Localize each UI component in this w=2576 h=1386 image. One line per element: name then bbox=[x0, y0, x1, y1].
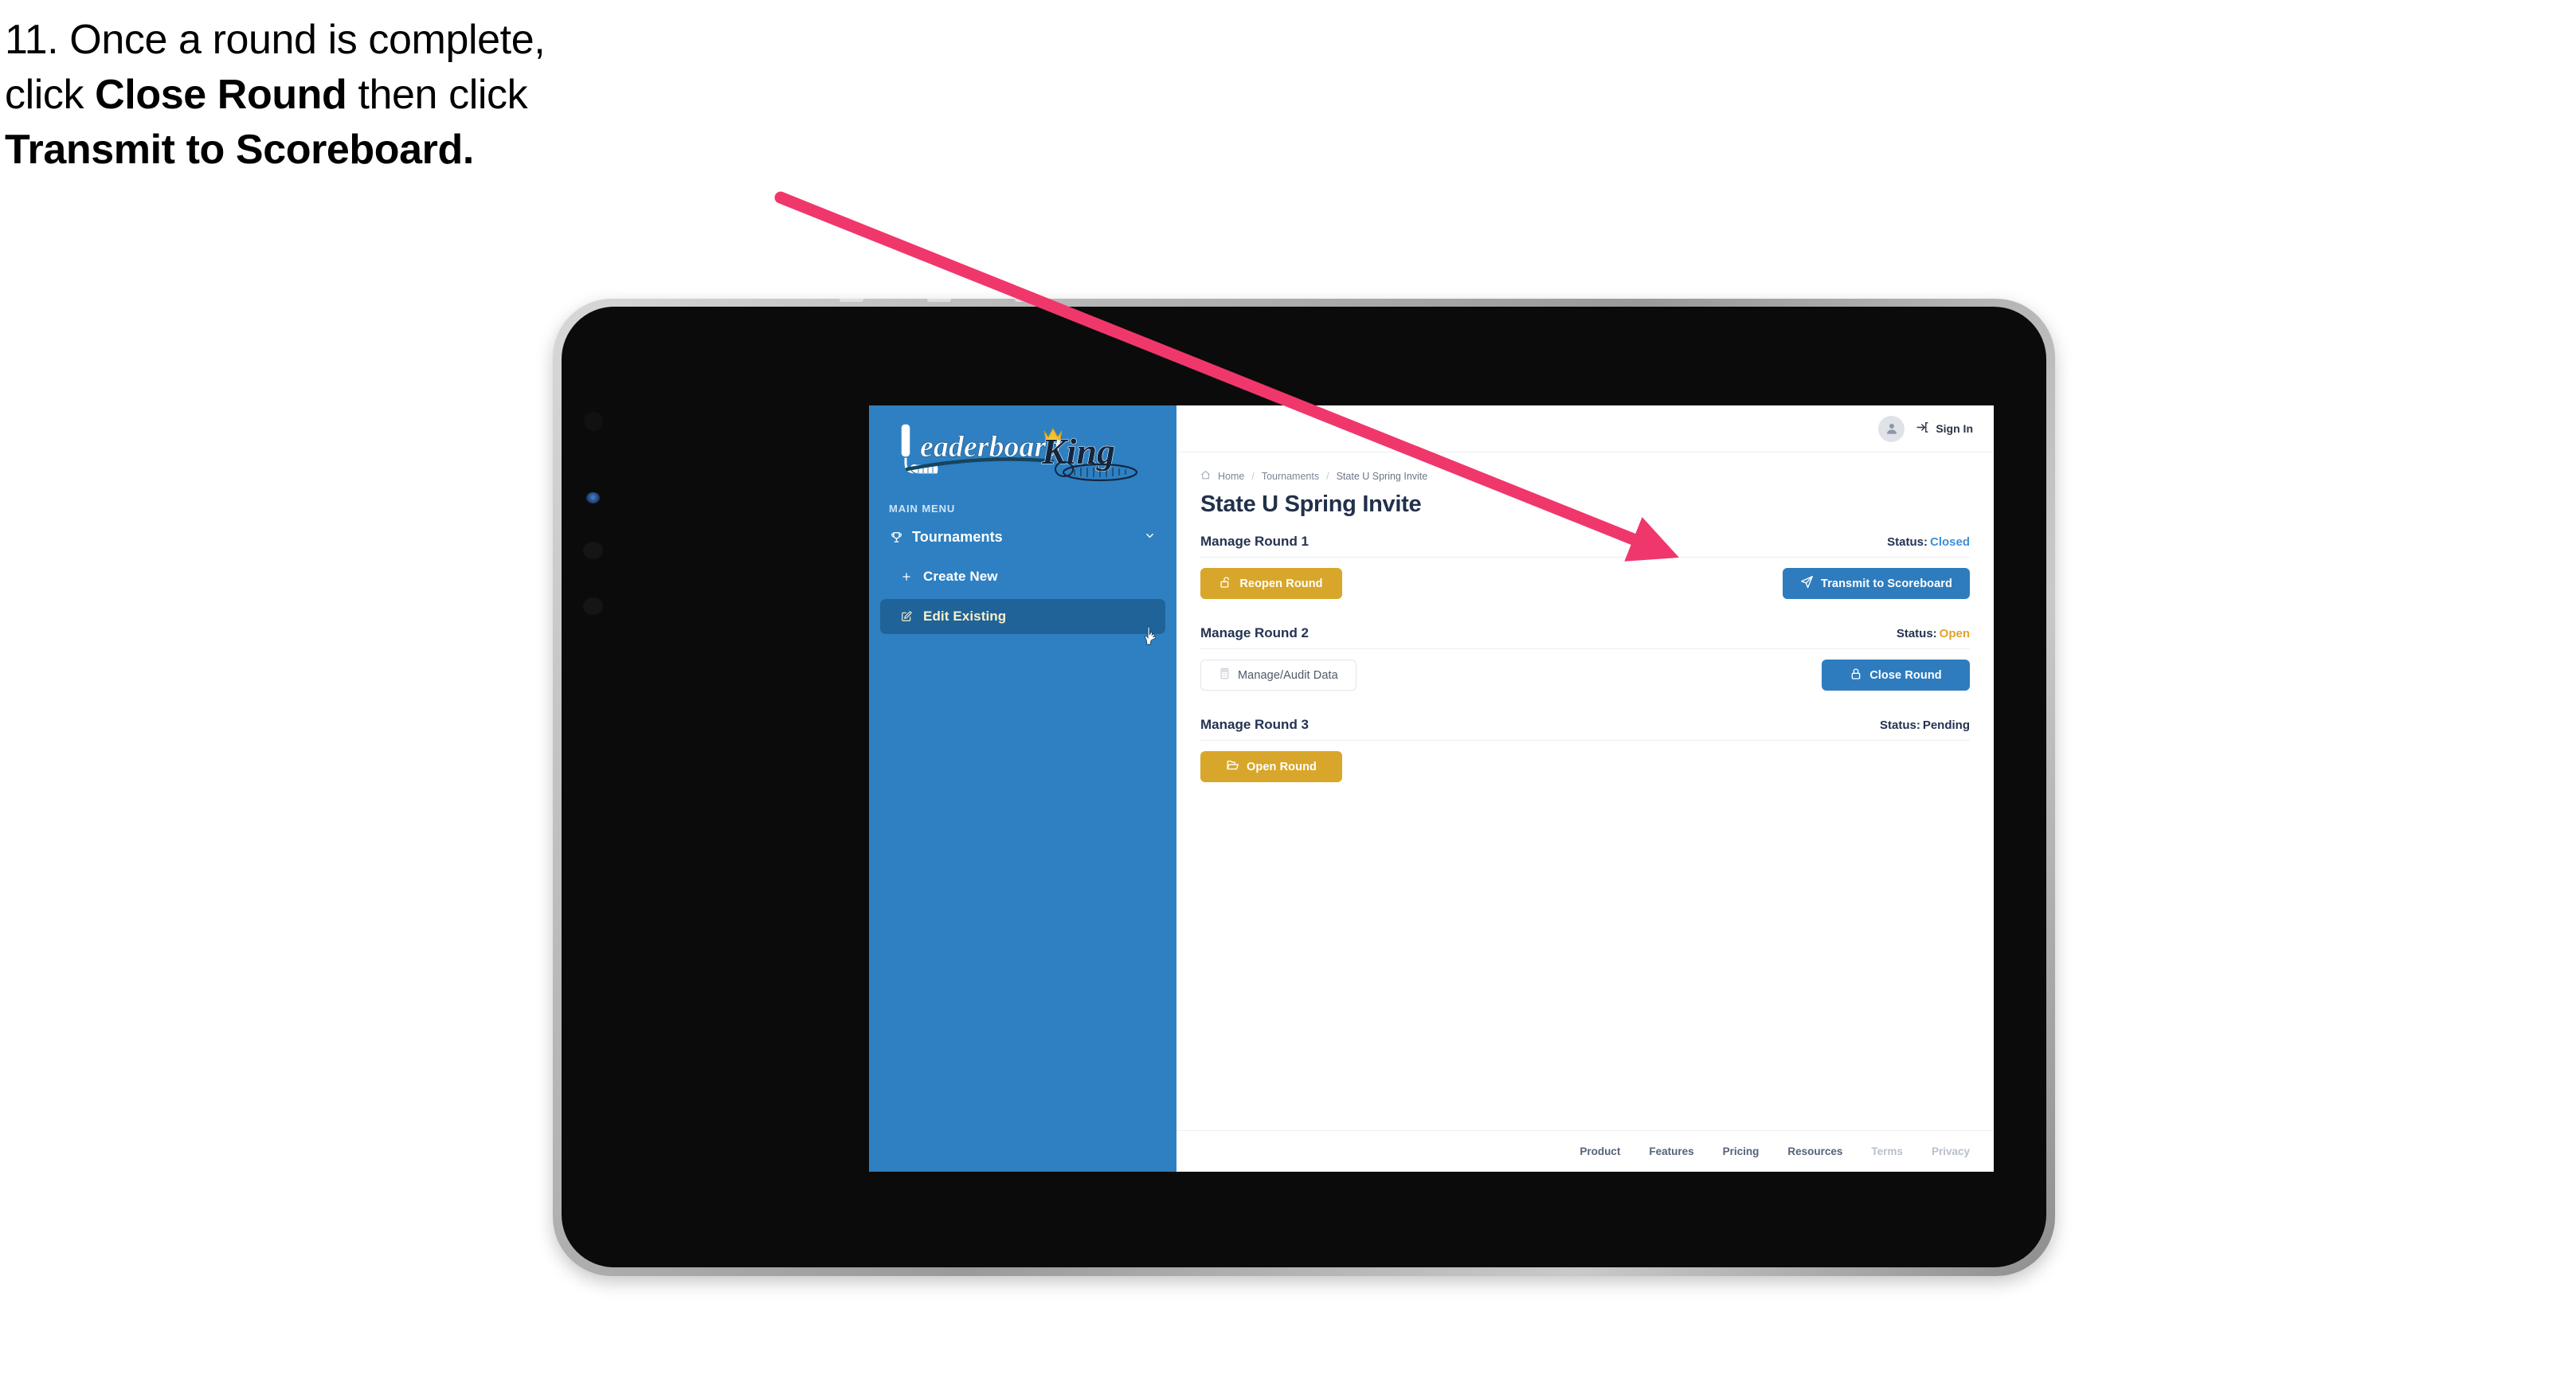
page-title: State U Spring Invite bbox=[1200, 491, 1422, 517]
footer-link-privacy[interactable]: Privacy bbox=[1932, 1145, 1970, 1157]
sidebar-section-label: MAIN MENU bbox=[889, 503, 956, 515]
tablet-indicator-led-icon bbox=[586, 492, 600, 503]
calculator-icon bbox=[1219, 668, 1231, 683]
caption-line-1: 11. Once a round is complete, bbox=[5, 13, 849, 68]
open-round-button[interactable]: Open Round bbox=[1200, 751, 1342, 782]
tablet-microphone-icon bbox=[583, 542, 603, 559]
caption-transmit-emphasis: Transmit to Scoreboard. bbox=[5, 127, 474, 174]
main-panel: Sign In Home / Tournaments / State U Spr… bbox=[1176, 405, 1994, 1172]
sidebar-item-create-new-label: Create New bbox=[923, 569, 998, 584]
unlock-icon bbox=[1219, 576, 1232, 592]
caption-close-round-emphasis: Close Round bbox=[95, 72, 347, 119]
round-2-status-label: Status: bbox=[1896, 627, 1937, 640]
round-block-2: Manage Round 2 Status: Open Manage/Audit… bbox=[1200, 625, 1970, 691]
round-1-header: Manage Round 1 Status: Closed bbox=[1200, 534, 1970, 558]
breadcrumb-item-current: State U Spring Invite bbox=[1336, 471, 1428, 482]
sidebar: eaderboard King MAIN MENU Tournaments Cr… bbox=[869, 405, 1176, 1172]
sign-in-label: Sign In bbox=[1936, 422, 1973, 435]
breadcrumb: Home / Tournaments / State U Spring Invi… bbox=[1200, 470, 1970, 483]
tablet-bezel: eaderboard King MAIN MENU Tournaments Cr… bbox=[562, 307, 2046, 1267]
round-1-status-label: Status: bbox=[1887, 535, 1928, 549]
lock-icon bbox=[1850, 668, 1862, 683]
close-round-button[interactable]: Close Round bbox=[1822, 660, 1970, 691]
round-2-header: Manage Round 2 Status: Open bbox=[1200, 625, 1970, 649]
content-area: Home / Tournaments / State U Spring Invi… bbox=[1176, 452, 1994, 1130]
tablet-sensor-icon bbox=[589, 466, 597, 474]
footer-link-product[interactable]: Product bbox=[1580, 1145, 1620, 1157]
round-3-title: Manage Round 3 bbox=[1200, 717, 1310, 732]
instruction-caption: 11. Once a round is complete, click Clos… bbox=[5, 13, 849, 178]
home-icon[interactable] bbox=[1200, 470, 1211, 483]
paper-plane-icon bbox=[1800, 575, 1814, 592]
round-2-actions: Manage/Audit Data Close Round bbox=[1200, 660, 1970, 691]
footer-link-terms[interactable]: Terms bbox=[1871, 1145, 1903, 1157]
plus-icon bbox=[901, 571, 923, 582]
transmit-to-scoreboard-button[interactable]: Transmit to Scoreboard bbox=[1783, 568, 1970, 599]
round-block-3: Manage Round 3 Status: Pending Open Roun… bbox=[1200, 717, 1970, 782]
transmit-to-scoreboard-label: Transmit to Scoreboard bbox=[1821, 577, 1952, 590]
round-block-1: Manage Round 1 Status: Closed Reopen Rou… bbox=[1200, 534, 1970, 599]
manage-audit-data-label: Manage/Audit Data bbox=[1238, 668, 1338, 682]
app-screen: eaderboard King MAIN MENU Tournaments Cr… bbox=[869, 405, 1994, 1172]
footer-link-features[interactable]: Features bbox=[1649, 1145, 1693, 1157]
leaderboard-king-logo: eaderboard King bbox=[887, 420, 1151, 482]
trophy-icon bbox=[890, 531, 912, 544]
breadcrumb-separator: / bbox=[1326, 471, 1329, 482]
tablet-camera-icon bbox=[584, 412, 603, 431]
caption-line-2-post: then click bbox=[346, 72, 528, 119]
footer: Product Features Pricing Resources Terms… bbox=[1176, 1130, 1994, 1172]
breadcrumb-separator: / bbox=[1251, 471, 1255, 482]
user-avatar-icon[interactable] bbox=[1878, 415, 1905, 442]
caption-line-2: click Close Round then click bbox=[5, 68, 849, 123]
sidebar-item-edit-existing-label: Edit Existing bbox=[923, 609, 1007, 624]
round-2-status-value: Open bbox=[1939, 627, 1970, 640]
manage-audit-data-button[interactable]: Manage/Audit Data bbox=[1200, 660, 1357, 691]
footer-link-pricing[interactable]: Pricing bbox=[1723, 1145, 1760, 1157]
edit-pencil-icon bbox=[901, 611, 923, 622]
round-3-header: Manage Round 3 Status: Pending bbox=[1200, 717, 1970, 741]
tablet-device-frame: eaderboard King MAIN MENU Tournaments Cr… bbox=[553, 299, 2055, 1276]
reopen-round-button[interactable]: Reopen Round bbox=[1200, 568, 1342, 599]
round-2-status: Status: Open bbox=[1897, 627, 1970, 640]
round-1-title: Manage Round 1 bbox=[1200, 534, 1310, 549]
round-3-actions: Open Round bbox=[1200, 751, 1970, 782]
round-3-status: Status: Pending bbox=[1880, 718, 1970, 732]
open-round-label: Open Round bbox=[1247, 760, 1317, 773]
sign-in-button[interactable]: Sign In bbox=[1916, 421, 1973, 437]
reopen-round-label: Reopen Round bbox=[1239, 577, 1323, 590]
round-3-status-label: Status: bbox=[1879, 718, 1920, 732]
sidebar-item-edit-existing[interactable]: Edit Existing bbox=[880, 599, 1165, 634]
close-round-label: Close Round bbox=[1869, 668, 1942, 682]
sidebar-item-tournaments[interactable]: Tournaments bbox=[880, 519, 1165, 554]
chevron-down-icon[interactable] bbox=[1144, 529, 1156, 546]
round-2-title: Manage Round 2 bbox=[1200, 625, 1310, 640]
caption-line-1-text: 11. Once a round is complete, bbox=[5, 17, 546, 63]
breadcrumb-item-tournaments[interactable]: Tournaments bbox=[1262, 471, 1319, 482]
breadcrumb-item-home[interactable]: Home bbox=[1218, 471, 1244, 482]
round-1-status-value: Closed bbox=[1929, 535, 1970, 549]
round-3-status-value: Pending bbox=[1922, 718, 1970, 732]
round-1-actions: Reopen Round Transmit to Scoreboard bbox=[1200, 568, 1970, 599]
open-folder-icon bbox=[1226, 758, 1239, 775]
caption-line-2-pre: click bbox=[5, 72, 96, 119]
round-1-status: Status: Closed bbox=[1887, 535, 1970, 549]
tablet-speaker-icon bbox=[583, 597, 603, 615]
sidebar-item-create-new[interactable]: Create New bbox=[880, 559, 1165, 594]
sign-in-arrow-icon bbox=[1916, 421, 1929, 437]
top-bar: Sign In bbox=[1176, 405, 1994, 452]
sidebar-item-tournaments-label: Tournaments bbox=[912, 528, 1003, 545]
footer-link-resources[interactable]: Resources bbox=[1787, 1145, 1842, 1157]
caption-line-3: Transmit to Scoreboard. bbox=[5, 123, 849, 178]
